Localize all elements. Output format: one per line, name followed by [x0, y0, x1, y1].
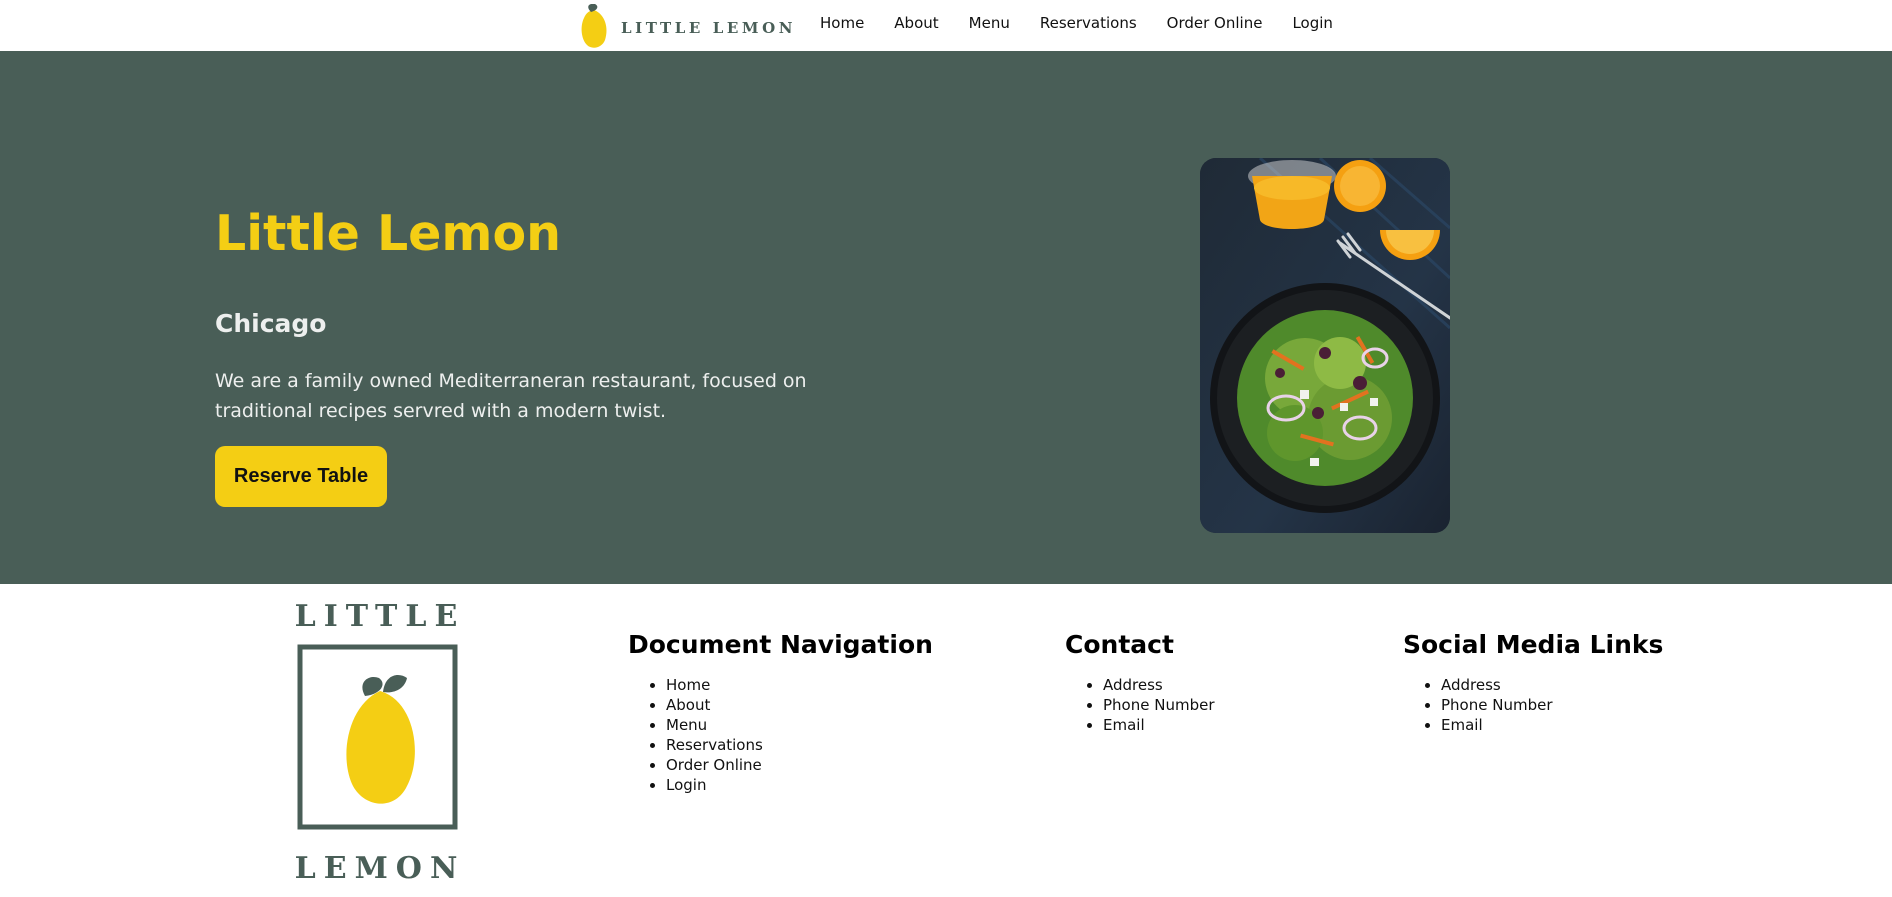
footer-contact-list: Address Phone Number Email: [1065, 675, 1215, 735]
footer-nav-reservations[interactable]: Reservations: [666, 735, 933, 755]
nav-order-online[interactable]: Order Online: [1167, 14, 1263, 32]
footer-nav-list: Home About Menu Reservations Order Onlin…: [628, 675, 933, 795]
footer-social-address: Address: [1441, 675, 1663, 695]
main-nav: Home About Menu Reservations Order Onlin…: [820, 14, 1363, 32]
logo-text: LITTLE LEMON: [621, 18, 797, 37]
footer-contact-email: Email: [1103, 715, 1215, 735]
hero-description: We are a family owned Mediterraneran res…: [215, 370, 807, 422]
footer-nav-about[interactable]: About: [666, 695, 933, 715]
hero-food-image: [1200, 158, 1450, 533]
footer-nav-column: Document Navigation Home About Menu Rese…: [628, 630, 933, 795]
hero-subtitle: Chicago: [215, 309, 327, 338]
lemon-icon: [581, 3, 607, 48]
footer-logo: LITTLE LEMON: [295, 596, 465, 886]
footer-contact-address: Address: [1103, 675, 1215, 695]
footer-social-heading: Social Media Links: [1403, 630, 1664, 659]
footer-contact-column: Contact Address Phone Number Email: [1065, 630, 1215, 735]
footer-social-email: Email: [1441, 715, 1663, 735]
footer-nav-order-online[interactable]: Order Online: [666, 755, 933, 775]
nav-home[interactable]: Home: [820, 14, 864, 32]
footer-social-list: Address Phone Number Email: [1403, 675, 1663, 735]
hero-title: Little Lemon: [215, 205, 562, 262]
header-logo[interactable]: LITTLE LEMON: [578, 0, 796, 51]
footer-contact-heading: Contact: [1065, 630, 1174, 659]
footer-social-column: Social Media Links Address Phone Number …: [1403, 630, 1663, 735]
reserve-table-button[interactable]: Reserve Table: [215, 446, 387, 507]
footer-nav-home[interactable]: Home: [666, 675, 933, 695]
site-footer: LITTLE LEMON Document Navigation Home Ab…: [0, 584, 1892, 897]
footer-nav-login[interactable]: Login: [666, 775, 933, 795]
nav-about[interactable]: About: [894, 14, 938, 32]
footer-contact-phone: Phone Number: [1103, 695, 1215, 715]
footer-logo-bottom-text: LEMON: [295, 851, 465, 886]
footer-logo-top-text: LITTLE: [295, 599, 465, 634]
hero-section: Little Lemon Chicago We are a family own…: [0, 51, 1892, 584]
footer-nav-menu[interactable]: Menu: [666, 715, 933, 735]
nav-login[interactable]: Login: [1292, 14, 1332, 32]
footer-social-phone: Phone Number: [1441, 695, 1663, 715]
nav-menu[interactable]: Menu: [969, 14, 1010, 32]
footer-nav-heading: Document Navigation: [628, 630, 933, 659]
site-header: LITTLE LEMON Home About Menu Reservation…: [0, 0, 1892, 51]
nav-reservations[interactable]: Reservations: [1040, 14, 1137, 32]
